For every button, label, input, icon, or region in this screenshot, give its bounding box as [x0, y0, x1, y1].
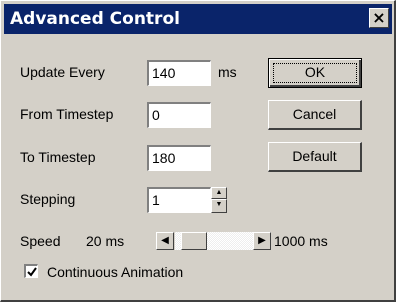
stepping-label: Stepping	[20, 191, 76, 207]
to-timestep-input[interactable]: 180	[147, 145, 211, 171]
speed-min-label: 20 ms	[86, 233, 125, 249]
spin-down-icon[interactable]: ▼	[211, 199, 227, 213]
update-every-label: Update Every	[20, 64, 105, 80]
speed-slider-thumb[interactable]	[181, 232, 207, 250]
title-bar[interactable]: Advanced Control ×	[4, 4, 392, 34]
ok-button-label: OK	[304, 64, 326, 80]
close-icon[interactable]: ×	[369, 8, 389, 28]
to-timestep-label: To Timestep	[20, 149, 96, 165]
from-timestep-input[interactable]: 0	[147, 102, 211, 128]
speed-label: Speed	[20, 233, 61, 249]
cancel-button-label: Cancel	[292, 106, 337, 122]
from-timestep-label: From Timestep	[20, 106, 114, 122]
stepping-input[interactable]: 1	[147, 187, 211, 213]
default-button-label: Default	[292, 148, 337, 164]
scroll-right-icon[interactable]: ▶	[253, 232, 271, 250]
speed-max-label: 1000 ms	[274, 233, 328, 249]
cancel-button[interactable]: Cancel	[268, 100, 362, 130]
continuous-animation-checkbox[interactable]	[24, 264, 38, 278]
spin-up-icon[interactable]: ▲	[211, 187, 227, 199]
window-title: Advanced Control	[10, 9, 180, 29]
continuous-animation-label: Continuous Animation	[47, 264, 184, 280]
advanced-control-dialog: Advanced Control × Update Every 140 ms F…	[0, 0, 396, 302]
checkmark-icon	[27, 267, 37, 277]
update-every-unit: ms	[218, 64, 237, 80]
speed-slider-track[interactable]	[175, 232, 253, 250]
ok-button[interactable]: OK	[268, 58, 362, 88]
scroll-left-icon[interactable]: ◀	[156, 232, 174, 250]
update-every-input[interactable]: 140	[147, 60, 211, 86]
default-button[interactable]: Default	[268, 142, 362, 172]
